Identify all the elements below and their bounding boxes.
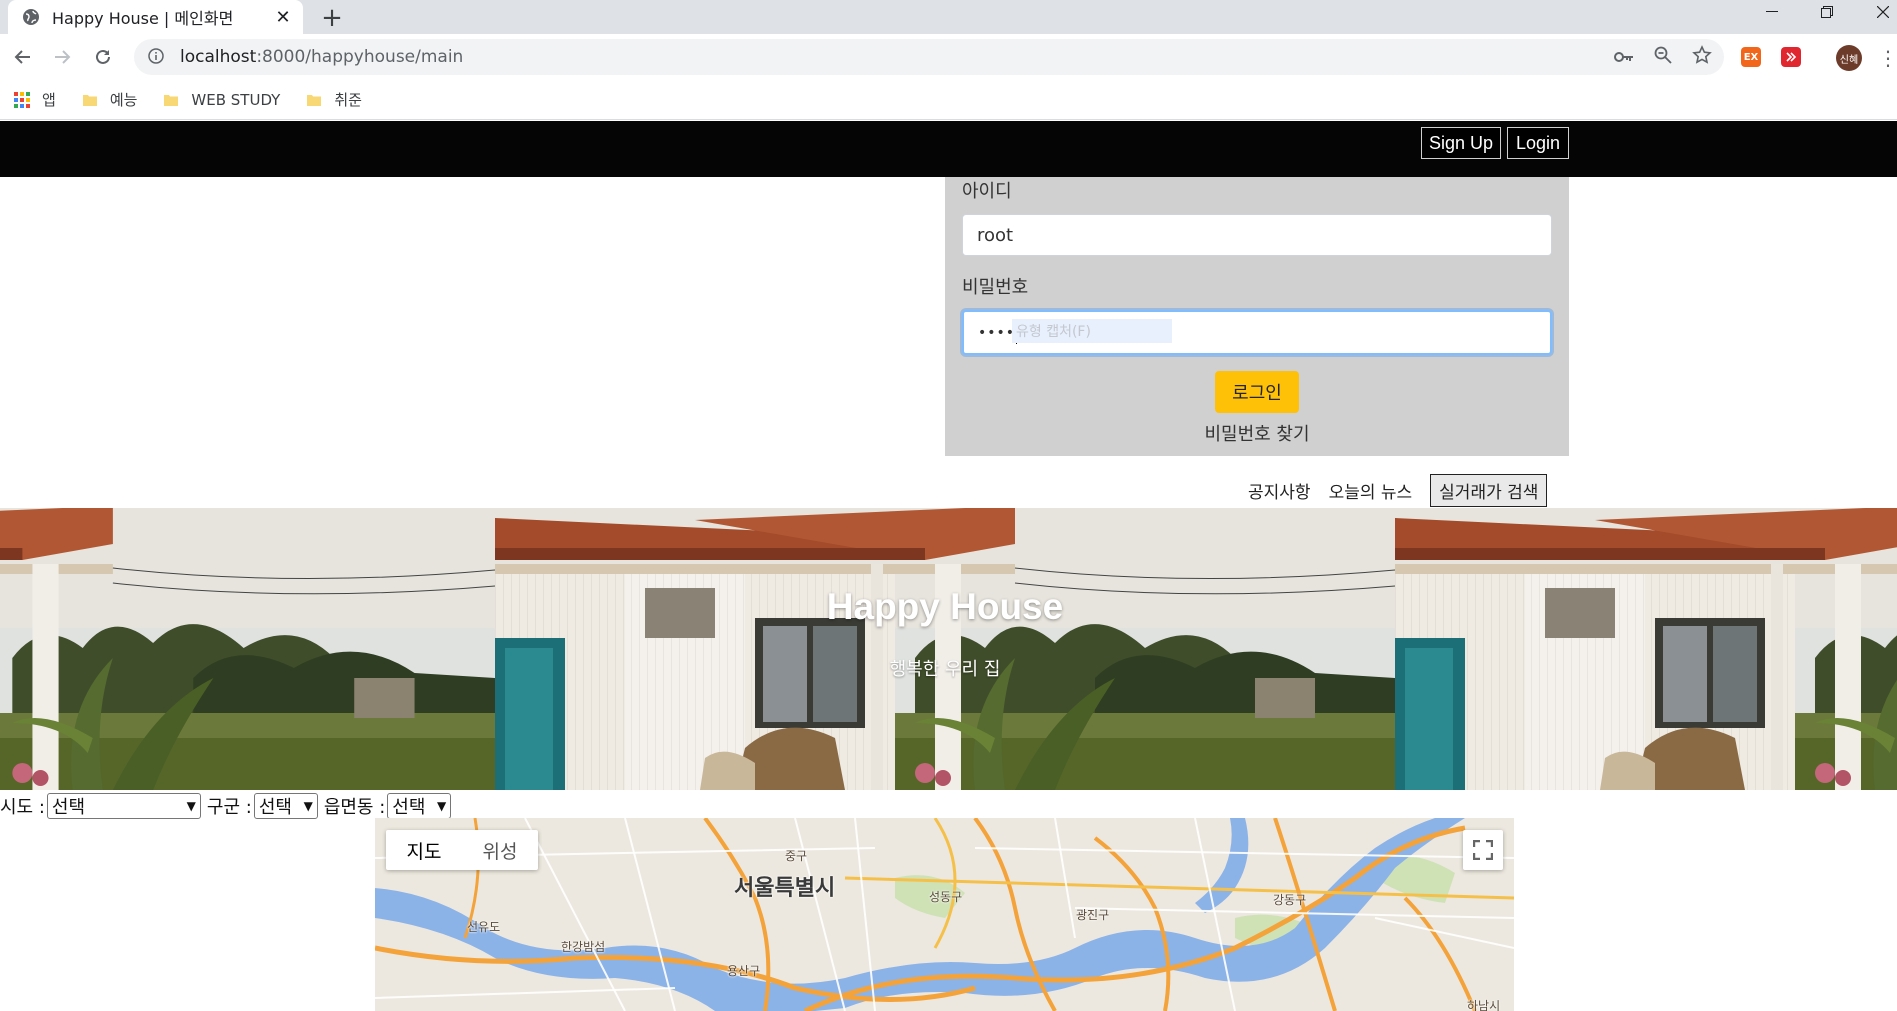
bookmarks-bar: 앱 예능 WEB STUDY 취준	[0, 80, 1897, 120]
map-type-map-button[interactable]: 지도	[386, 830, 462, 870]
autofill-hint: 유형 캡처(F)	[1012, 319, 1172, 343]
top-navbar: Sign Up Login	[0, 121, 1897, 177]
map-label-hangang: 한강밤섬	[561, 940, 606, 954]
hero-title: Happy House	[826, 586, 1064, 627]
sub-navigation: 공지사항 오늘의 뉴스 실거래가 검색	[1248, 473, 1548, 507]
hero-image	[1395, 508, 1897, 790]
password-label: 비밀번호	[962, 277, 1029, 298]
forward-icon[interactable]	[47, 42, 77, 72]
address-bar[interactable]: localhost:8000/happyhouse/main	[134, 39, 1724, 75]
map-label-hanam: 하남시	[1467, 999, 1501, 1011]
dong-label: 읍면동 :	[323, 797, 386, 818]
apps-grid-icon	[14, 91, 30, 108]
bookmark-apps[interactable]: 앱	[14, 89, 56, 110]
news-link[interactable]: 오늘의 뉴스	[1329, 478, 1413, 503]
new-tab-button[interactable]: +	[318, 4, 346, 32]
menu-kebab-icon[interactable]: ⋮	[1878, 46, 1897, 70]
url-text: localhost:8000/happyhouse/main	[180, 47, 464, 67]
map-label-seonyudo: 선유도	[467, 920, 501, 934]
browser-tab[interactable]: Happy House | 메인화면 ✕	[8, 0, 303, 34]
back-icon[interactable]	[8, 42, 38, 72]
hero-subtitle: 행복한 우리 집	[889, 659, 1001, 680]
price-search-link[interactable]: 실거래가 검색	[1430, 473, 1548, 507]
tab-title: Happy House | 메인화면	[52, 9, 234, 28]
web-page: Sign Up Login 아이디 root 비밀번호 •••• 유형 캡처(F…	[0, 121, 1897, 1011]
globe-icon	[22, 8, 40, 26]
info-icon[interactable]	[148, 48, 166, 66]
region-filter-row: 시도 : 선택 ▼ 구군 : 선택 ▼ 읍면동 : 선택 ▼	[0, 792, 457, 820]
login-submit-button[interactable]: 로그인	[1215, 371, 1299, 413]
folder-icon	[306, 92, 322, 108]
fullscreen-button[interactable]	[1463, 830, 1503, 870]
extension-record-icon[interactable]	[1781, 47, 1801, 67]
reload-icon[interactable]	[88, 42, 118, 72]
fullscreen-icon	[1473, 840, 1493, 860]
extension-ex-icon[interactable]: EX	[1741, 47, 1761, 67]
chevron-down-icon: ▼	[186, 799, 196, 813]
sido-label: 시도 :	[0, 797, 45, 818]
bookmark-label: 앱	[42, 91, 56, 109]
chevron-down-icon: ▼	[437, 799, 447, 813]
google-map[interactable]: 지도 위성 중구 서울특별시 성동구 광진구 강동구 선유도 한강밤섬 용산구 …	[375, 818, 1514, 1011]
find-password-link[interactable]: 비밀번호 찾기	[945, 420, 1569, 446]
hero-banner: Happy House 행복한 우리 집	[0, 508, 1897, 790]
bookmark-label: 예능	[109, 91, 138, 109]
id-input[interactable]: root	[962, 214, 1552, 256]
folder-icon	[82, 92, 98, 108]
password-input[interactable]: •••• 유형 캡처(F)	[962, 310, 1552, 355]
id-value: root	[977, 224, 1014, 246]
dong-select[interactable]: 선택 ▼	[387, 793, 452, 819]
profile-avatar[interactable]: 신혜	[1836, 45, 1862, 71]
bookmark-folder-job[interactable]: 취준	[306, 89, 362, 110]
id-label: 아이디	[962, 181, 1012, 202]
notice-link[interactable]: 공지사항	[1248, 478, 1311, 503]
password-value: ••••	[978, 324, 1016, 341]
close-window-button[interactable]	[1858, 0, 1897, 24]
hero-image	[495, 508, 1395, 790]
map-label-gangdong: 강동구	[1273, 893, 1307, 907]
minimize-button[interactable]	[1747, 0, 1797, 24]
bookmark-folder-entertainment[interactable]: 예능	[82, 89, 138, 110]
hero-image	[0, 508, 495, 790]
key-icon[interactable]	[1614, 48, 1634, 67]
signup-button[interactable]: Sign Up	[1421, 127, 1501, 159]
browser-toolbar: localhost:8000/happyhouse/main EX 신혜 ⋮	[0, 34, 1897, 80]
map-label-seoul: 서울특별시	[734, 876, 836, 901]
bookmark-folder-web-study[interactable]: WEB STUDY	[163, 91, 280, 109]
map-type-satellite-button[interactable]: 위성	[462, 830, 538, 870]
zoom-icon[interactable]	[1654, 46, 1672, 68]
close-tab-icon[interactable]: ✕	[273, 7, 293, 28]
map-type-control: 지도 위성	[386, 830, 538, 870]
restore-button[interactable]	[1802, 0, 1852, 24]
login-button[interactable]: Login	[1507, 127, 1569, 159]
gugun-label: 구군 :	[206, 797, 252, 818]
map-label-junggu: 중구	[785, 849, 808, 863]
browser-tab-strip: Happy House | 메인화면 ✕ +	[0, 0, 1897, 34]
bookmark-label: 취준	[334, 91, 362, 109]
gugun-select[interactable]: 선택 ▼	[253, 793, 318, 819]
login-panel: 아이디 root 비밀번호 •••• 유형 캡처(F) 로그인 비밀번호 찾기	[945, 177, 1569, 456]
map-label-gwangjin: 광진구	[1076, 908, 1110, 922]
chevron-down-icon: ▼	[303, 799, 313, 813]
map-label-yongsan: 용산구	[727, 964, 761, 978]
map-label-seongdong: 성동구	[929, 890, 963, 904]
folder-icon	[163, 92, 179, 108]
bookmark-star-icon[interactable]	[1692, 45, 1712, 69]
sido-select[interactable]: 선택 ▼	[46, 793, 201, 819]
bookmark-label: WEB STUDY	[191, 90, 281, 109]
